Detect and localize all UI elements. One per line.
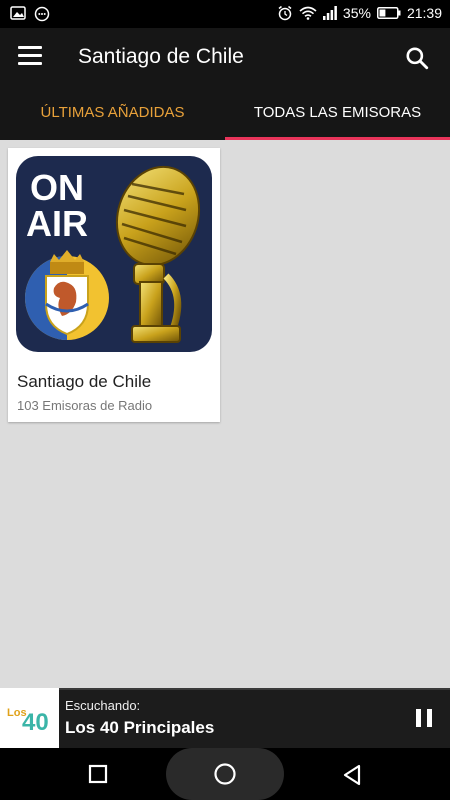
station-grid: ON AIR Santiago de Chile 103 Emisoras de…	[0, 140, 450, 688]
tab-latest-added[interactable]: ÚLTIMAS AÑADIDAS	[0, 88, 225, 140]
image-icon	[10, 6, 26, 20]
status-time: 21:39	[406, 5, 442, 21]
chat-icon	[34, 6, 50, 22]
status-left-icons	[10, 6, 50, 22]
coat-of-arms-icon	[45, 250, 89, 336]
tab-bar: ÚLTIMAS AÑADIDAS TODAS LAS EMISORAS	[0, 88, 450, 140]
system-nav-bar	[0, 748, 450, 800]
now-playing-bar[interactable]: Los 40 Escuchando: Los 40 Principales	[0, 688, 450, 748]
triangle-back-icon[interactable]	[340, 763, 364, 787]
battery-icon	[376, 7, 401, 19]
player-divider	[0, 688, 450, 690]
circle-home-icon	[214, 763, 236, 785]
app-bar: Santiago de Chile	[0, 28, 450, 88]
wifi-icon	[299, 6, 317, 20]
on-air-microphone-image: ON AIR	[16, 156, 212, 352]
page-title: Santiago de Chile	[78, 45, 244, 68]
station-logo: Los 40	[0, 688, 59, 748]
status-bar: 35% 21:39	[0, 0, 450, 28]
square-recent-apps-icon[interactable]	[88, 764, 108, 784]
tab-all-stations[interactable]: TODAS LAS EMISORAS	[225, 88, 450, 140]
card-title: Santiago de Chile	[17, 372, 152, 391]
on-air-text-on: ON	[30, 167, 84, 208]
status-right: 35% 21:39	[277, 5, 442, 21]
hamburger-menu-icon[interactable]	[18, 46, 42, 70]
pause-icon[interactable]	[416, 709, 432, 727]
card-subtitle: 103 Emisoras de Radio	[17, 398, 153, 413]
battery-percent: 35%	[342, 5, 371, 21]
station-logo-big-text: 40	[22, 709, 49, 736]
alarm-clock-icon	[278, 5, 292, 21]
station-name: Los 40 Principales	[65, 718, 215, 737]
home-button[interactable]	[166, 748, 284, 800]
signal-icon	[322, 6, 337, 20]
search-icon[interactable]	[404, 45, 430, 71]
city-card[interactable]: ON AIR Santiago de Chile 103 Emisoras de…	[8, 148, 220, 422]
listening-label: Escuchando:	[65, 698, 141, 713]
on-air-text-air: AIR	[26, 203, 88, 244]
